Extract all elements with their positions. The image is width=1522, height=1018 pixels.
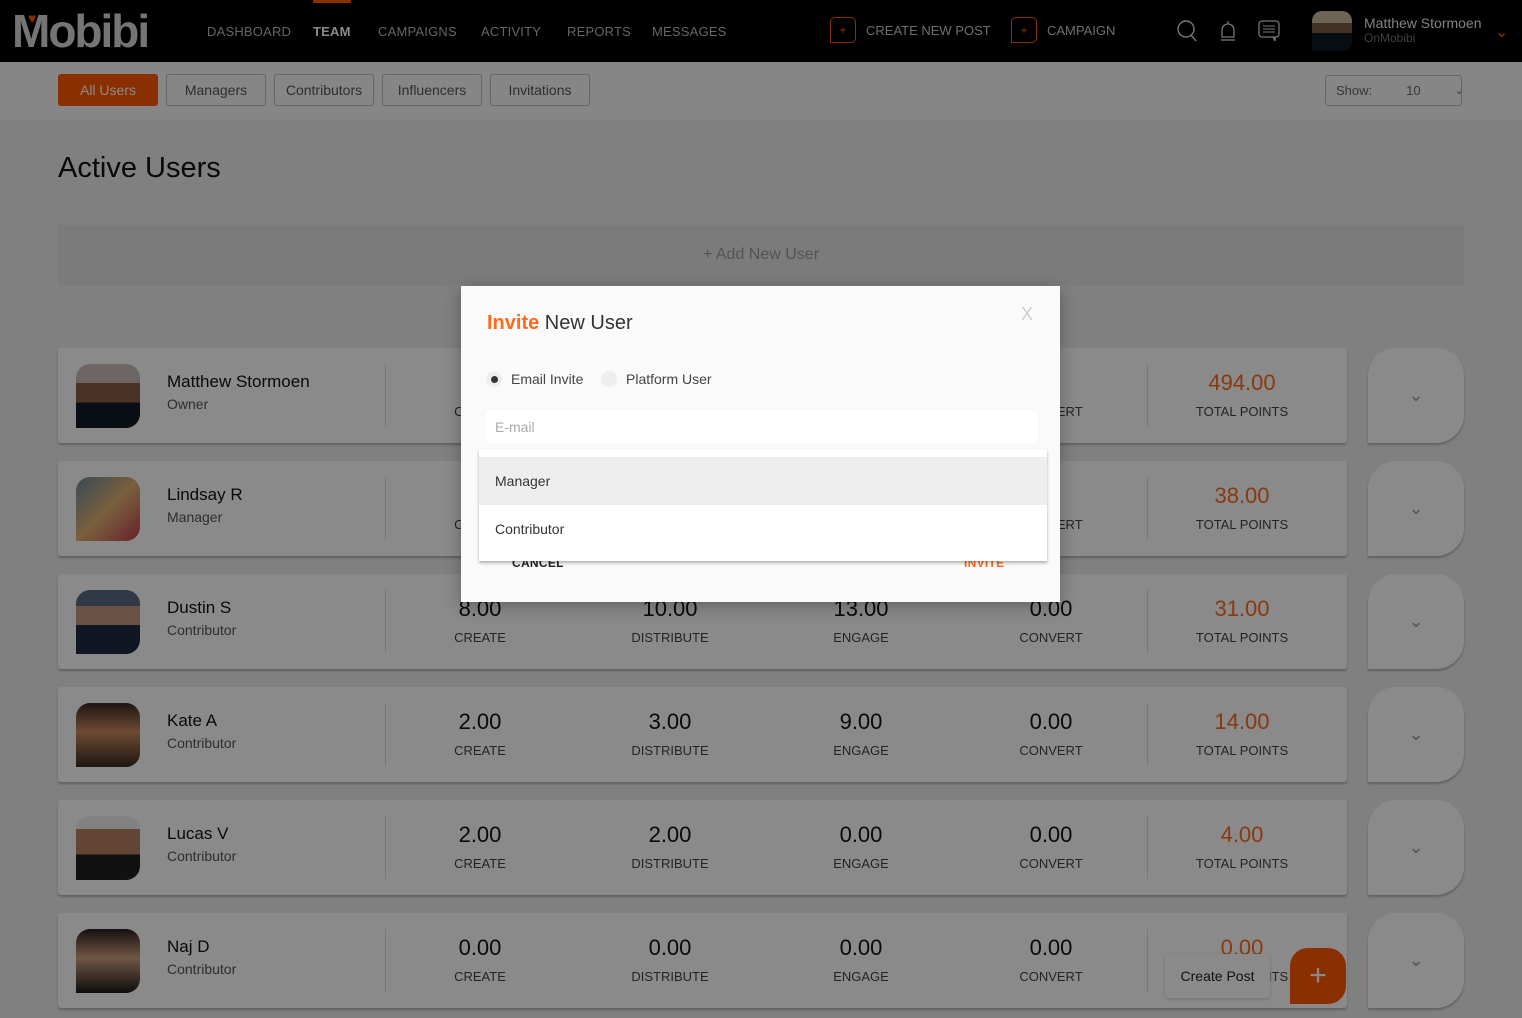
role-dropdown: Manager Contributor — [479, 449, 1047, 561]
email-input[interactable] — [486, 411, 1037, 443]
radio-label: Platform User — [626, 371, 712, 387]
modal-title: Invite New User — [487, 312, 633, 335]
invite-user-modal: Invite New User X Email Invite Platform … — [461, 286, 1060, 602]
radio-label: Email Invite — [511, 371, 584, 387]
option-contributor[interactable]: Contributor — [479, 505, 1047, 553]
radio-email-invite[interactable]: Email Invite — [486, 371, 583, 387]
radio-platform-user[interactable]: Platform User — [601, 371, 712, 387]
close-icon[interactable]: X — [1021, 304, 1033, 325]
radio-unchecked-icon — [601, 371, 617, 387]
option-manager[interactable]: Manager — [479, 457, 1047, 505]
title-accent: Invite — [487, 312, 540, 334]
title-rest: New User — [539, 312, 633, 334]
radio-checked-icon — [486, 371, 502, 387]
